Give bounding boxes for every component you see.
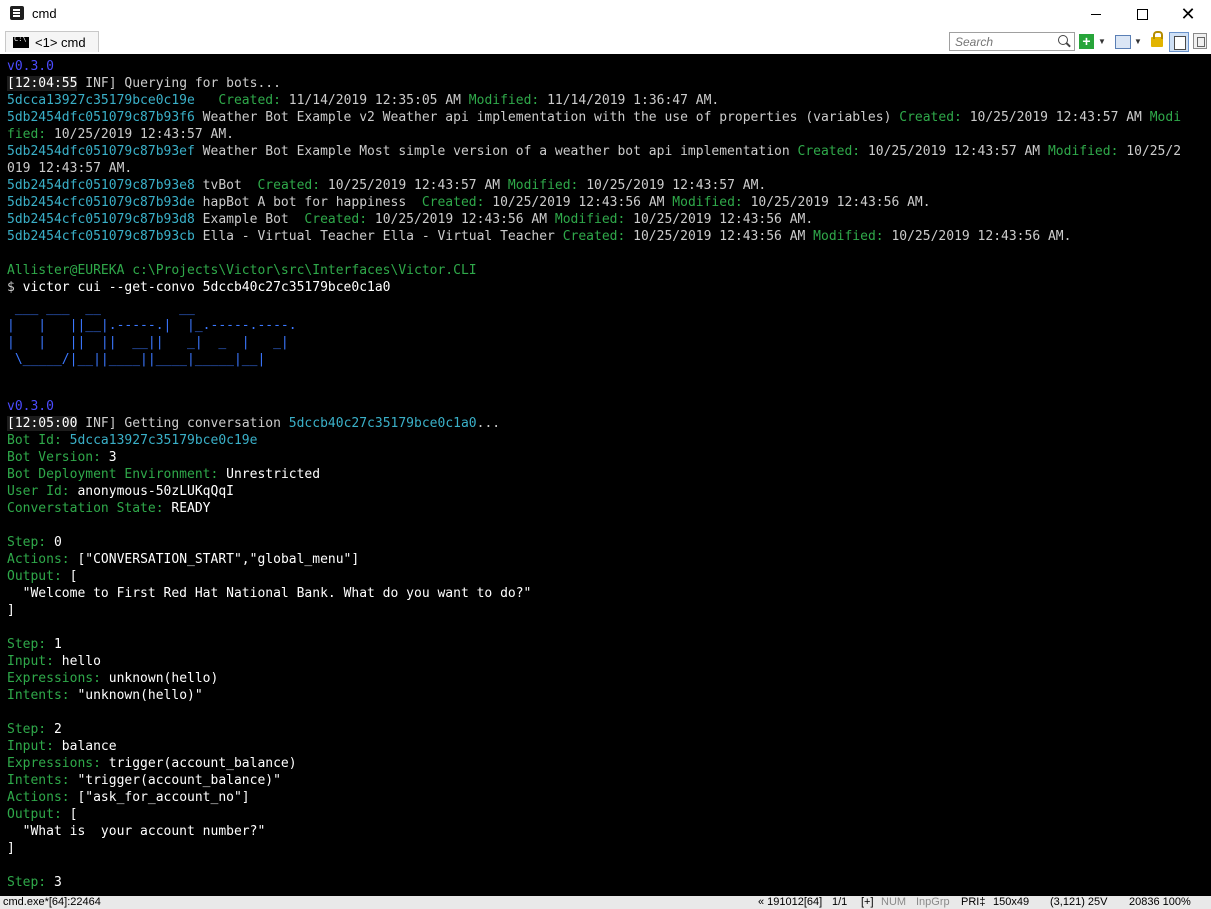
step-expressions: Expressions: trigger(account_balance) xyxy=(7,756,297,771)
step-actions: Actions: ["ask_for_account_no"] xyxy=(7,790,250,805)
step-actions: Actions: ["CONVERSATION_START","global_m… xyxy=(7,552,360,567)
detail-row: User Id: anonymous-50zLUKqQqI xyxy=(7,484,234,499)
close-button[interactable]: ✕ xyxy=(1165,0,1211,28)
lock-icon[interactable] xyxy=(1151,31,1163,47)
search-box[interactable] xyxy=(949,32,1075,51)
panel-dropdown-icon[interactable]: ▼ xyxy=(1134,34,1143,49)
bot-row-wrap: fied: 10/25/2019 12:43:57 AM. xyxy=(7,127,234,142)
tab-cmd[interactable]: <1> cmd xyxy=(5,31,99,52)
status-bar: cmd.exe*[64]:22464 « 191012[64] 1/1 [+] … xyxy=(0,896,1211,909)
step-expressions: Expressions: unknown(hello) xyxy=(7,671,219,686)
step-label: Step: 0 xyxy=(7,535,62,550)
title-bar: cmd ✕ xyxy=(0,0,1211,28)
step-output-close: ] xyxy=(7,603,15,618)
bot-row: 5db2454dfc051079c87b93ef Weather Bot Exa… xyxy=(7,144,1182,159)
status-cursor[interactable]: (3,121) 25V xyxy=(1050,896,1107,909)
maximize-button[interactable] xyxy=(1119,0,1165,28)
step-output-close: ] xyxy=(7,841,15,856)
detail-row: Bot Version: 3 xyxy=(7,450,117,465)
search-input[interactable] xyxy=(950,34,1055,50)
detail-row: Converstation State: READY xyxy=(7,501,211,516)
ascii-logo-line: \_____/|__||____||____|_____|__| xyxy=(7,352,266,367)
new-console-button[interactable]: + xyxy=(1079,34,1094,49)
detail-row: Bot Deployment Environment: Unrestricted xyxy=(7,467,321,482)
step-output-text: "Welcome to First Red Hat National Bank.… xyxy=(7,586,532,601)
console-app-icon xyxy=(10,6,24,20)
bot-row: 5db2454cfc051079c87b93de hapBot A bot fo… xyxy=(7,195,931,210)
step-output-label: Output: [ xyxy=(7,569,78,584)
log-line: [12:05:00 INF] Getting conversation 5dcc… xyxy=(7,416,501,431)
status-page[interactable]: 1/1 xyxy=(832,896,847,909)
step-input: Input: hello xyxy=(7,654,101,669)
ascii-logo-line: | | || || __|| _| _ | _| xyxy=(7,335,289,350)
split-view-icon[interactable] xyxy=(1169,32,1189,52)
status-num[interactable]: NUM xyxy=(881,896,906,909)
bot-row: 5db2454cfc051079c87b93d8 Example Bot Cre… xyxy=(7,212,814,227)
maximize-icon xyxy=(1136,8,1148,20)
bot-row: 5dcca13927c35179bce0c19e Created: 11/14/… xyxy=(7,93,720,108)
step-input: Input: balance xyxy=(7,739,117,754)
console-output[interactable]: v0.3.0 [12:04:55 INF] Querying for bots.… xyxy=(0,54,1211,896)
window-title: cmd xyxy=(32,6,57,21)
command-line: $ victor cui --get-convo 5dccb40c27c3517… xyxy=(7,280,391,295)
bot-row-wrap: 019 12:43:57 AM. xyxy=(7,161,133,176)
ascii-logo-line: | | ||__|.-----.| |_.-----.----. xyxy=(7,318,297,333)
step-intents: Intents: "unknown(hello)" xyxy=(7,688,203,703)
status-size[interactable]: 150x49 xyxy=(993,896,1029,909)
log-line: [12:04:55 INF] Querying for bots... xyxy=(7,76,281,91)
magnifier-icon[interactable] xyxy=(1058,35,1068,45)
tab-bar: <1> cmd + ▼ ▼ xyxy=(0,28,1211,54)
minimize-icon xyxy=(1091,13,1101,15)
panel-icon[interactable] xyxy=(1115,35,1131,49)
scroll-lock-icon[interactable] xyxy=(1193,33,1207,49)
ascii-logo-line: ___ ___ __ __ xyxy=(7,301,195,316)
step-output-label: Output: [ xyxy=(7,807,78,822)
new-console-dropdown-icon[interactable]: ▼ xyxy=(1098,34,1107,49)
status-plus[interactable]: [+] xyxy=(861,896,874,909)
version-line: v0.3.0 xyxy=(7,399,54,414)
step-label: Step: 2 xyxy=(7,722,62,737)
cmd-prompt-icon xyxy=(13,35,29,48)
step-label: Step: 3 xyxy=(7,875,62,890)
bot-row: 5db2454dfc051079c87b93e8 tvBot Created: … xyxy=(7,178,767,193)
step-label: Step: 1 xyxy=(7,637,62,652)
step-intents: Intents: "trigger(account_balance)" xyxy=(7,773,281,788)
close-icon: ✕ xyxy=(1180,4,1196,24)
status-build[interactable]: « 191012[64] xyxy=(758,896,822,909)
bot-row: 5db2454cfc051079c87b93cb Ella - Virtual … xyxy=(7,229,1072,244)
step-output-text: "What is your account number?" xyxy=(7,824,266,839)
tab-label: <1> cmd xyxy=(35,34,86,50)
minimize-button[interactable] xyxy=(1073,0,1119,28)
prompt-path: Allister@EUREKA c:\Projects\Victor\src\I… xyxy=(7,263,477,278)
bot-row: 5db2454dfc051079c87b93f6 Weather Bot Exa… xyxy=(7,110,1182,125)
status-process[interactable]: cmd.exe*[64]:22464 xyxy=(3,896,101,909)
version-line: v0.3.0 xyxy=(7,59,54,74)
status-inpgrp[interactable]: InpGrp xyxy=(916,896,950,909)
status-pri[interactable]: PRI‡ xyxy=(961,896,985,909)
detail-row: Bot Id: 5dcca13927c35179bce0c19e xyxy=(7,433,258,448)
status-pid[interactable]: 20836 100% xyxy=(1129,896,1191,909)
